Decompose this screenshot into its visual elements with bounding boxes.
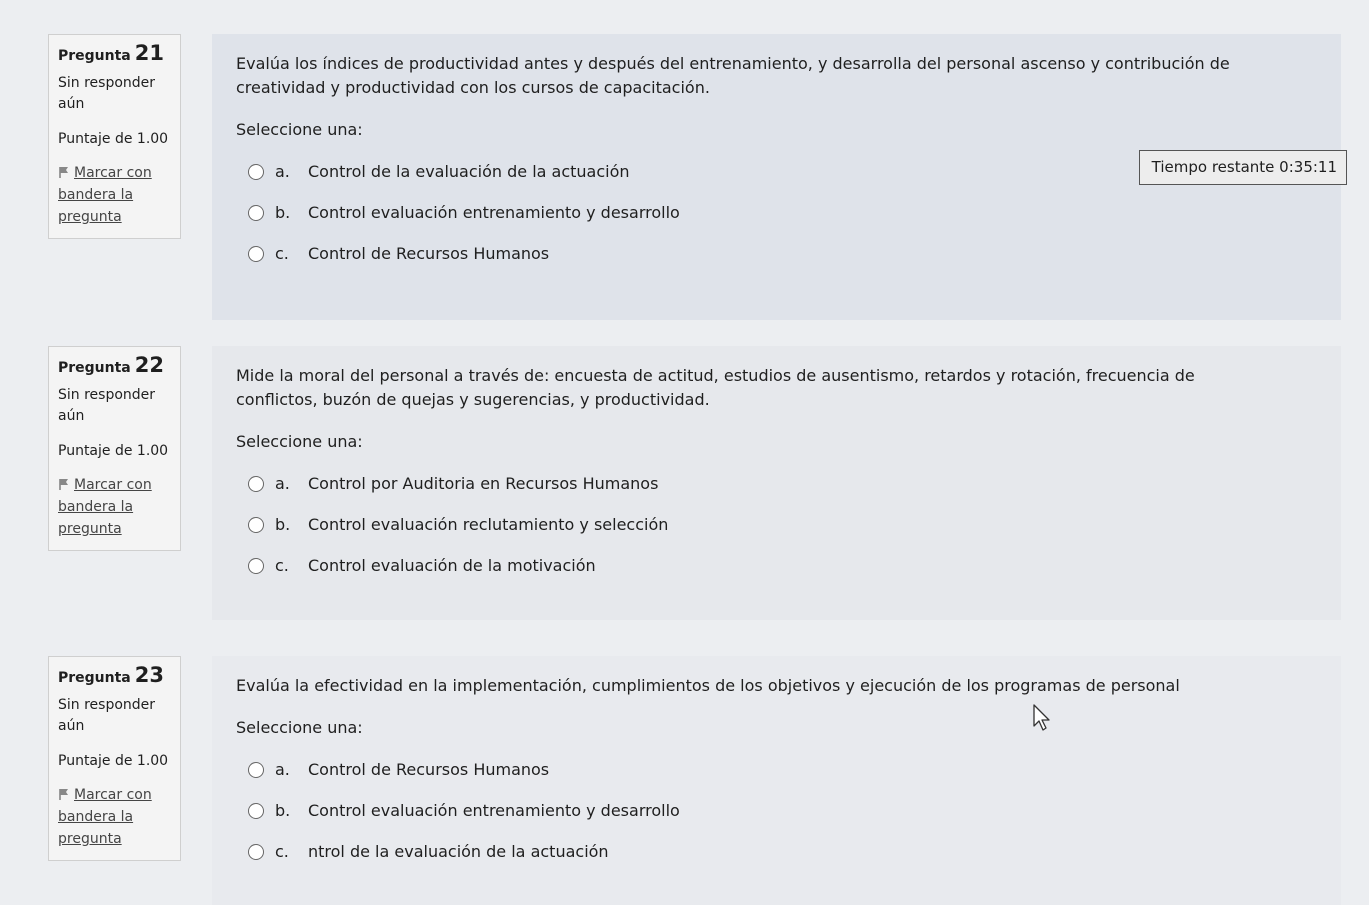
answer-prompt: Seleccione una: [236,432,363,451]
question-text: Mide la moral del personal a través de: … [236,366,1195,409]
question-label: Pregunta [58,360,131,376]
question-grade: Puntaje de 1.00 [58,443,169,459]
question-state: Sin responder aún [58,75,156,112]
radio-button[interactable] [248,245,264,262]
answer-letter: a. [275,162,290,181]
radio-button[interactable] [248,163,264,180]
flag-question-link[interactable]: Marcar con bandera la pregunta [58,162,172,228]
answer-text[interactable]: Control de Recursos Humanos [308,244,549,263]
question-grade: Puntaje de 1.00 [58,131,169,147]
answer-letter: c. [275,842,289,861]
question-number: Pregunta 22 [58,355,172,379]
flag-link-text[interactable]: Marcar con bandera la pregunta [58,477,152,537]
flag-question-link[interactable]: Marcar con bandera la pregunta [58,784,172,850]
question-content: Mide la moral del personal a través de: … [212,346,1341,620]
answer-prompt: Seleccione una: [236,120,363,139]
answer-text[interactable]: Control evaluación entrenamiento y desar… [308,801,680,820]
answer-text[interactable]: Control de la evaluación de la actuación [308,162,630,181]
question-state: Sin responder aún [58,387,156,424]
flag-link-text[interactable]: Marcar con bandera la pregunta [58,165,152,225]
answer-letter: c. [275,244,289,263]
question-number-value: 21 [134,41,164,65]
answer-text[interactable]: Control de Recursos Humanos [308,760,549,779]
question-state: Sin responder aún [58,697,156,734]
answer-text[interactable]: Control evaluación reclutamiento y selec… [308,515,668,534]
answer-letter: b. [275,203,291,222]
timer-label: Tiempo restante [1151,158,1275,176]
answer-letter: c. [275,556,289,575]
flag-link-text[interactable]: Marcar con bandera la pregunta [58,787,152,847]
mouse-cursor-icon [1033,704,1050,731]
answer-option-a[interactable]: a. Control por Auditoria en Recursos Hum… [248,463,1321,504]
radio-button[interactable] [248,802,264,819]
answer-text[interactable]: Control por Auditoria en Recursos Humano… [308,474,658,493]
answer-text[interactable]: Control evaluación entrenamiento y desar… [308,203,680,222]
answer-option-c[interactable]: c. Control de Recursos Humanos [248,233,1321,274]
radio-button[interactable] [248,557,264,574]
question-number: Pregunta 21 [58,43,172,67]
question-label: Pregunta [58,48,131,64]
question-text: Evalúa la efectividad en la implementaci… [236,676,1180,695]
radio-button[interactable] [248,204,264,221]
radio-button[interactable] [248,516,264,533]
answer-text[interactable]: ntrol de la evaluación de la actuación [308,842,609,861]
question-text: Evalúa los índices de productividad ante… [236,54,1230,97]
flag-question-link[interactable]: Marcar con bandera la pregunta [58,474,172,540]
answer-option-c[interactable]: c. ntrol de la evaluación de la actuació… [248,831,1321,872]
question-info-panel: Pregunta 22 Sin responder aún Puntaje de … [48,346,181,551]
answer-letter: b. [275,515,291,534]
radio-button[interactable] [248,761,264,778]
radio-button[interactable] [248,843,264,860]
question-number-value: 22 [134,353,164,377]
question-content: Evalúa la efectividad en la implementaci… [212,656,1341,905]
question-info-panel: Pregunta 21 Sin responder aún Puntaje de … [48,34,181,239]
question-number: Pregunta 23 [58,665,172,689]
answer-letter: a. [275,474,290,493]
answer-option-b[interactable]: b. Control evaluación entrenamiento y de… [248,790,1321,831]
question-grade: Puntaje de 1.00 [58,753,169,769]
question-info-panel: Pregunta 23 Sin responder aún Puntaje de … [48,656,181,861]
answer-letter: a. [275,760,290,779]
answer-letter: b. [275,801,291,820]
answer-options: a. Control por Auditoria en Recursos Hum… [236,463,1321,586]
time-remaining: Tiempo restante 0:35:11 [1138,150,1347,185]
timer-value: 0:35:11 [1279,158,1337,176]
answer-option-b[interactable]: b. Control evaluación entrenamiento y de… [248,192,1321,233]
flag-icon [59,167,68,178]
flag-icon [59,789,68,800]
flag-icon [59,479,68,490]
question-label: Pregunta [58,670,131,686]
answer-text[interactable]: Control evaluación de la motivación [308,556,596,575]
answer-options: a. Control de Recursos Humanos b. Contro… [236,749,1321,872]
answer-option-b[interactable]: b. Control evaluación reclutamiento y se… [248,504,1321,545]
answer-prompt: Seleccione una: [236,718,363,737]
question-number-value: 23 [134,663,164,687]
radio-button[interactable] [248,475,264,492]
answer-option-c[interactable]: c. Control evaluación de la motivación [248,545,1321,586]
answer-option-a[interactable]: a. Control de Recursos Humanos [248,749,1321,790]
